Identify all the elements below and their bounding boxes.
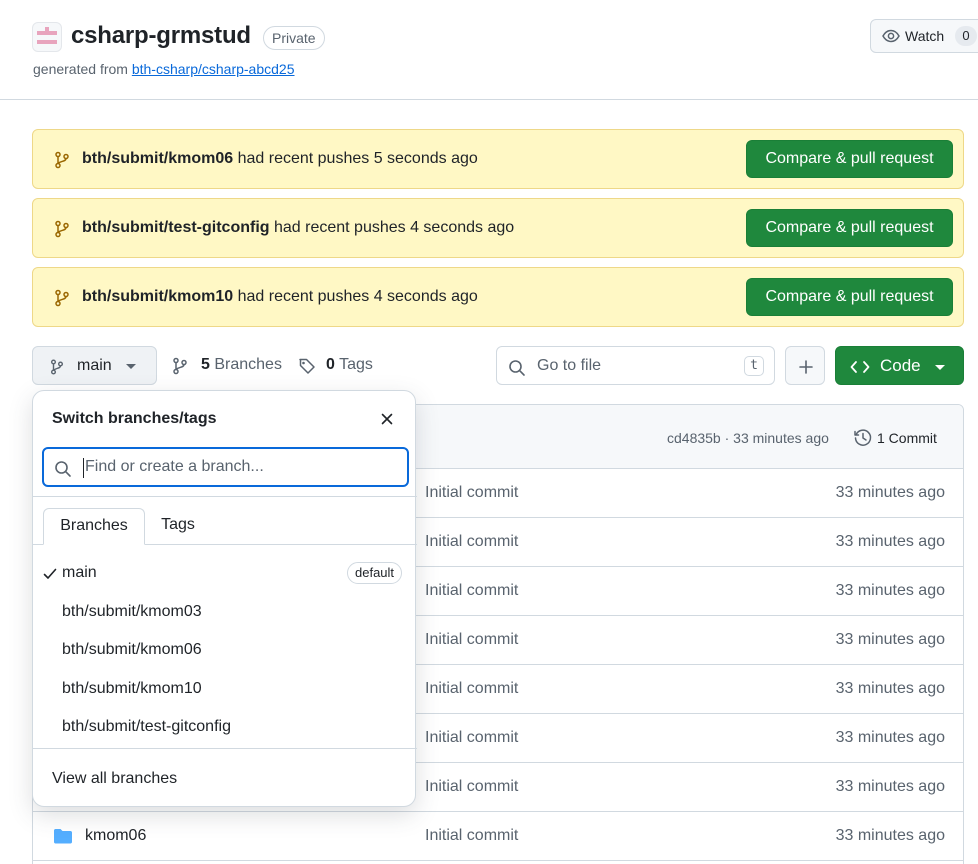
commit-message[interactable]: Initial commit — [425, 778, 518, 796]
git-branch-icon — [54, 289, 70, 310]
branch-name: bth/submit/kmom06 — [62, 641, 202, 658]
code-label: Code — [880, 356, 921, 375]
tag-icon — [298, 357, 316, 380]
repo-header: csharp-grmstud Private generated from bt… — [0, 0, 978, 100]
branch-name: bth/submit/kmom10 — [62, 680, 202, 697]
banner-branch[interactable]: bth/submit/kmom10 — [82, 288, 233, 305]
commit-message[interactable]: Initial commit — [425, 533, 518, 551]
repo-title[interactable]: csharp-grmstud — [71, 22, 251, 50]
git-branch-icon — [172, 357, 188, 380]
commit-message[interactable]: Initial commit — [425, 680, 518, 698]
keyboard-shortcut-hint: t — [744, 356, 764, 376]
banner-message: bth/submit/kmom10 had recent pushes 4 se… — [82, 288, 478, 306]
branch-item[interactable]: bth/submit/kmom03 — [33, 593, 417, 631]
visibility-badge: Private — [263, 26, 325, 50]
branch-search-placeholder: Find or create a branch... — [85, 458, 264, 475]
git-branch-icon — [54, 151, 70, 172]
code-icon — [850, 359, 870, 378]
generated-prefix: generated from — [33, 61, 128, 77]
search-icon — [54, 460, 72, 481]
text-cursor — [83, 458, 84, 478]
branch-name: bth/submit/kmom03 — [62, 603, 202, 620]
branch-item-main[interactable]: main default — [33, 554, 417, 592]
watch-label: Watch — [905, 28, 945, 44]
check-icon — [43, 567, 57, 583]
table-row[interactable]: kmom06 Initial commit 33 minutes ago — [33, 812, 963, 861]
commit-time: 33 minutes ago — [835, 827, 945, 844]
code-button[interactable]: Code — [835, 346, 964, 385]
commit-time: 33 minutes ago — [835, 680, 945, 697]
eye-icon — [882, 28, 900, 47]
search-icon — [508, 359, 526, 380]
commit-message[interactable]: Initial commit — [425, 484, 518, 502]
commits-link[interactable]: 1 Commit — [877, 430, 937, 446]
watch-button[interactable]: Watch 0 — [870, 19, 978, 53]
banner-branch[interactable]: bth/submit/kmom06 — [82, 150, 233, 167]
branch-switcher-dropdown: Switch branches/tags Find or create a br… — [32, 390, 417, 807]
recent-push-banner: bth/submit/test-gitconfig had recent pus… — [32, 198, 964, 258]
banner-message: bth/submit/test-gitconfig had recent pus… — [82, 219, 514, 237]
branch-item[interactable]: bth/submit/kmom06 — [33, 631, 417, 669]
compare-pull-request-button[interactable]: Compare & pull request — [746, 209, 953, 247]
commit-time: 33 minutes ago — [835, 533, 945, 550]
branch-name: bth/submit/test-gitconfig — [62, 718, 231, 735]
banner-message: bth/submit/kmom06 had recent pushes 5 se… — [82, 150, 478, 168]
branch-item[interactable]: bth/submit/kmom10 — [33, 670, 417, 708]
current-branch-label: main — [77, 357, 112, 374]
tags-count: 0 — [326, 356, 335, 373]
commit-message[interactable]: Initial commit — [425, 729, 518, 747]
recent-push-banner: bth/submit/kmom06 had recent pushes 5 se… — [32, 129, 964, 189]
branch-item[interactable]: bth/submit/test-gitconfig — [33, 708, 417, 746]
compare-pull-request-button[interactable]: Compare & pull request — [746, 278, 953, 316]
branches-count: 5 — [201, 356, 210, 373]
go-to-file-placeholder: Go to file — [537, 357, 602, 374]
divider — [33, 748, 417, 749]
add-file-button[interactable] — [785, 346, 825, 385]
commit-time: 33 minutes ago — [835, 484, 945, 501]
history-icon — [853, 428, 873, 451]
commit-message[interactable]: Initial commit — [425, 631, 518, 649]
chevron-down-icon — [935, 365, 945, 370]
branch-search-input[interactable]: Find or create a branch... — [42, 447, 409, 487]
repo-avatar[interactable] — [32, 22, 62, 52]
commit-time: 33 minutes ago — [835, 778, 945, 795]
banner-text: had recent pushes 4 seconds ago — [273, 219, 515, 236]
banner-text: had recent pushes 5 seconds ago — [237, 150, 478, 167]
commit-message[interactable]: Initial commit — [425, 582, 518, 600]
tags-label: Tags — [339, 356, 373, 373]
commit-time: 33 minutes ago — [835, 631, 945, 648]
banner-branch[interactable]: bth/submit/test-gitconfig — [82, 219, 270, 236]
template-repo-link[interactable]: bth-csharp/csharp-abcd25 — [132, 61, 295, 77]
branch-selector-button[interactable]: main — [32, 346, 157, 385]
commit-hash-time[interactable]: cd4835b · 33 minutes ago — [667, 430, 829, 446]
plus-icon — [798, 359, 814, 378]
commit-time: 33 minutes ago — [835, 582, 945, 599]
generated-from: generated from bth-csharp/csharp-abcd25 — [33, 61, 295, 77]
watch-count: 0 — [955, 26, 977, 46]
git-branch-icon — [50, 359, 64, 378]
divider — [33, 496, 417, 497]
recent-push-banner: bth/submit/kmom10 had recent pushes 4 se… — [32, 267, 964, 327]
tab-branches[interactable]: Branches — [43, 508, 145, 545]
commit-time: 33 minutes ago — [835, 729, 945, 746]
tab-tags[interactable]: Tags — [145, 508, 211, 544]
chevron-down-icon — [126, 364, 136, 369]
dropdown-title: Switch branches/tags — [52, 410, 217, 427]
branch-name: main — [62, 564, 97, 581]
file-name[interactable]: kmom06 — [85, 827, 146, 845]
branches-label: Branches — [214, 356, 282, 373]
view-all-branches-link[interactable]: View all branches — [52, 770, 177, 788]
close-icon[interactable] — [379, 411, 395, 430]
banner-text: had recent pushes 4 seconds ago — [237, 288, 478, 305]
compare-pull-request-button[interactable]: Compare & pull request — [746, 140, 953, 178]
default-badge: default — [347, 562, 403, 584]
folder-icon — [53, 828, 73, 847]
git-branch-icon — [54, 220, 70, 241]
go-to-file-input[interactable]: Go to file t — [496, 346, 775, 385]
commit-message[interactable]: Initial commit — [425, 827, 518, 845]
